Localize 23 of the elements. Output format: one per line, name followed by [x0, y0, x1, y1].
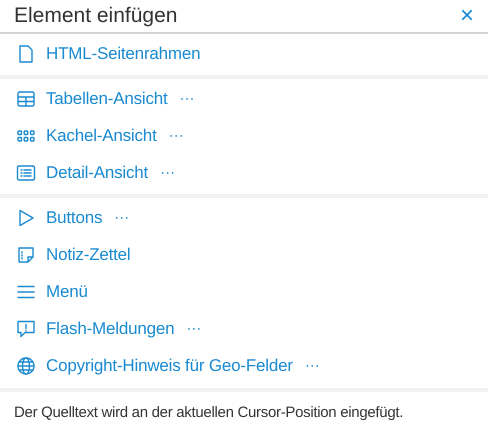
- insert-item[interactable]: Menü: [46, 279, 88, 305]
- note-icon: [16, 245, 36, 265]
- insert-item[interactable]: Tabellen-Ansicht: [46, 86, 168, 112]
- insert-item[interactable]: Detail-Ansicht: [46, 160, 148, 186]
- more-button[interactable]: ···: [160, 162, 176, 184]
- insert-item[interactable]: Notiz-Zettel: [46, 242, 131, 268]
- insert-item[interactable]: Copyright-Hinweis für Geo-Felder: [46, 353, 293, 379]
- more-button[interactable]: ···: [186, 318, 202, 340]
- table-icon: [16, 89, 36, 109]
- list-icon: [16, 163, 36, 183]
- more-button[interactable]: ···: [180, 88, 195, 110]
- more-button[interactable]: ···: [304, 354, 320, 378]
- insert-item[interactable]: HTML-Seitenrahmen: [46, 41, 200, 67]
- insert-item[interactable]: Flash-Meldungen: [46, 316, 174, 342]
- close-button[interactable]: ×: [460, 4, 474, 28]
- more-button[interactable]: ···: [168, 124, 184, 148]
- hint-text: Der Quelltext wird an der aktuellen Cursor-Position eingefügt.: [14, 402, 404, 421]
- globe-icon: [16, 356, 36, 376]
- message-icon: [16, 319, 36, 339]
- dialog-title: Element einfügen: [14, 3, 178, 29]
- more-button[interactable]: ···: [114, 206, 130, 230]
- insert-item[interactable]: Kachel-Ansicht: [46, 123, 157, 149]
- insert-item[interactable]: Buttons: [46, 205, 102, 231]
